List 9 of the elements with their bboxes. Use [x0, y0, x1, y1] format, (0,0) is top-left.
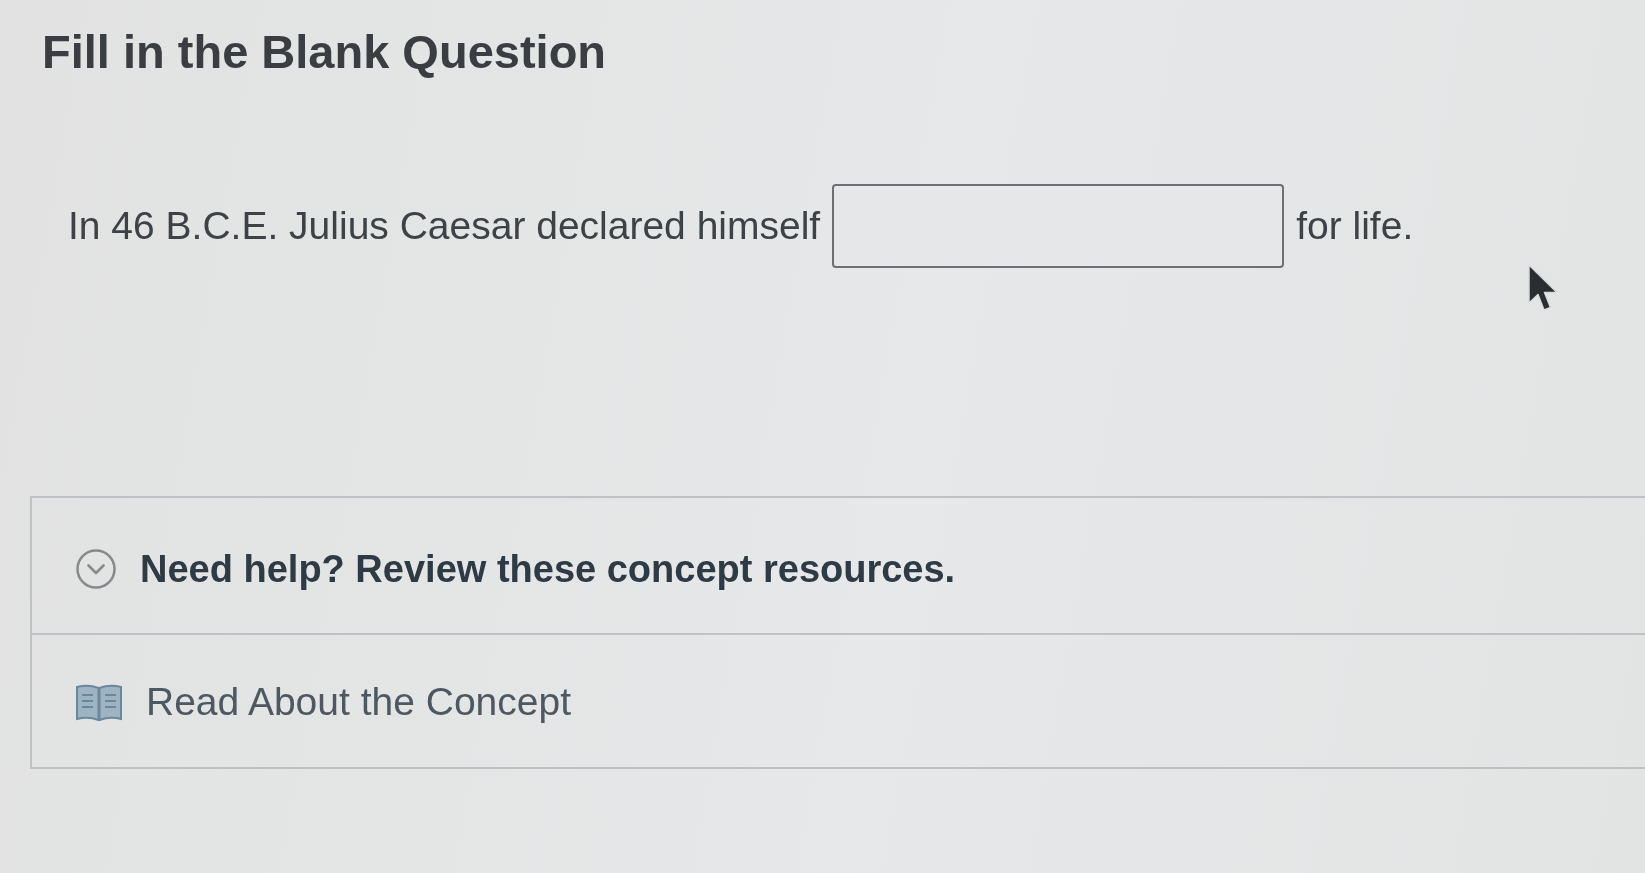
chevron-down-icon: [76, 549, 116, 589]
concept-link[interactable]: Read About the Concept: [76, 679, 571, 725]
prompt-text: for life.: [1296, 203, 1414, 249]
mouse-pointer-icon: [1528, 264, 1560, 312]
help-toggle[interactable]: Need help? Review these concept resources.: [76, 546, 956, 592]
book-icon: [76, 683, 122, 721]
question-title: Fill in the Blank Question: [41, 24, 608, 80]
prompt-text: In 46 B.C.E. Julius Caesar declared himself: [68, 203, 821, 249]
answer-box[interactable]: [832, 184, 1285, 268]
